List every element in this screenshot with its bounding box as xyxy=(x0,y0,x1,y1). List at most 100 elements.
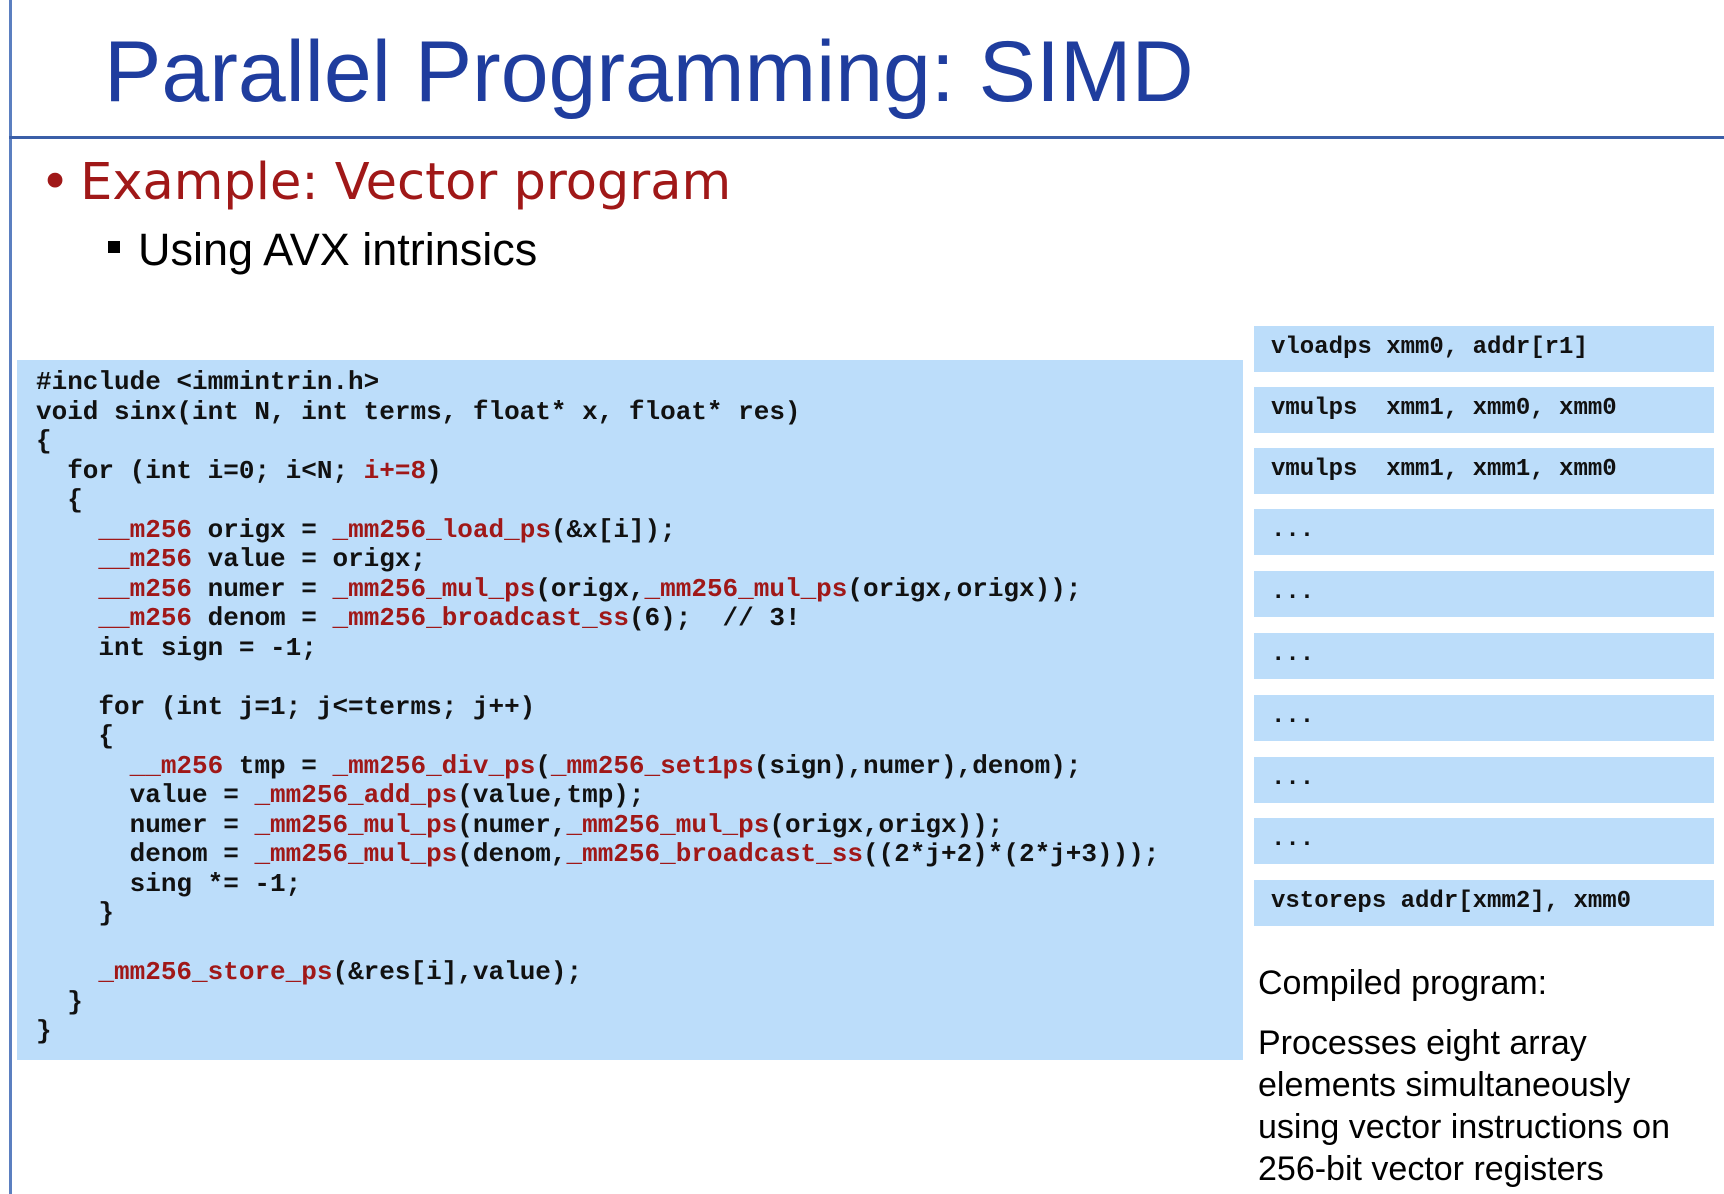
asm-instruction-row: vmulps xmm1, xmm0, xmm0 xyxy=(1254,387,1714,433)
asm-instruction-text: vstoreps addr[xmm2], xmm0 xyxy=(1271,888,1632,915)
code-text: sing *= -1; xyxy=(36,868,302,899)
asm-instruction-row: ... xyxy=(1254,633,1714,679)
code-text: (origx,origx)); xyxy=(847,573,1082,604)
code-line: } xyxy=(36,898,114,928)
code-intrinsic: _mm256_mul_ps xyxy=(254,839,458,869)
code-text: } xyxy=(36,1016,52,1046)
code-line: #include <immintrin.h> xyxy=(36,367,379,397)
code-text: #include <immintrin.h> xyxy=(36,367,380,397)
code-text: ( xyxy=(535,750,551,781)
code-text: { xyxy=(36,721,115,751)
code-text: (value,tmp); xyxy=(457,780,645,810)
asm-instruction-text: ... xyxy=(1271,579,1315,606)
asm-instruction-row: ... xyxy=(1254,818,1714,864)
code-line: _mm256_store_ps(&res[i],value); xyxy=(36,957,582,987)
bullet-square-icon xyxy=(108,241,120,254)
bullet-dot-icon: • xyxy=(40,153,71,212)
code-text: { xyxy=(36,485,83,515)
code-text: (sign),numer),denom); xyxy=(753,750,1082,781)
code-intrinsic: _mm256_mul_ps xyxy=(254,809,458,840)
asm-instruction-row: ... xyxy=(1254,757,1714,803)
asm-instruction-text: ... xyxy=(1271,641,1315,668)
asm-instruction-row: ... xyxy=(1254,695,1714,741)
compiled-program-heading: Compiled program: xyxy=(1258,964,1548,1002)
code-text: for (int j=1; j<=terms; j++) xyxy=(36,691,536,722)
left-border-rule xyxy=(9,0,12,1194)
title-divider xyxy=(9,136,1724,139)
code-line: __m256 denom = _mm256_broadcast_ss(6); /… xyxy=(36,603,801,633)
code-intrinsic: _mm256_div_ps xyxy=(332,750,536,781)
code-text: { xyxy=(36,426,52,456)
asm-instruction-text: ... xyxy=(1271,826,1315,853)
code-text: ) xyxy=(426,455,442,486)
code-intrinsic: _mm256_set1ps xyxy=(550,750,754,781)
code-text: for (int i=0; i<N; xyxy=(36,455,364,486)
code-text: value = xyxy=(36,780,255,810)
code-text: (denom, xyxy=(457,839,567,869)
code-text: (origx, xyxy=(535,573,645,604)
code-text: (numer, xyxy=(457,809,567,840)
code-line: int sign = -1; xyxy=(36,633,316,663)
code-text: numer = xyxy=(192,573,333,604)
code-text: ((2*j+2)*(2*j+3))); xyxy=(862,839,1160,869)
code-text: tmp = xyxy=(223,750,333,781)
code-intrinsic: _mm256_store_ps xyxy=(98,957,333,987)
code-intrinsic: _mm256_mul_ps xyxy=(566,809,770,840)
code-line: { xyxy=(36,485,83,515)
code-intrinsic: _mm256_broadcast_ss xyxy=(566,839,863,869)
code-line: __m256 numer = _mm256_mul_ps(origx,_mm25… xyxy=(36,574,1081,604)
bullet-level1: • Example: Vector program xyxy=(40,148,731,218)
code-line: value = _mm256_add_ps(value,tmp); xyxy=(36,780,645,810)
code-block: #include <immintrin.h> void sinx(int N, … xyxy=(36,367,1160,1047)
asm-instruction-row: ... xyxy=(1254,571,1714,617)
code-intrinsic: __m256 xyxy=(98,544,193,574)
code-line: __m256 tmp = _mm256_div_ps(_mm256_set1ps… xyxy=(36,750,1082,781)
code-text: (&res[i],value); xyxy=(332,957,583,987)
bullet-level1-text: Example: Vector program xyxy=(80,153,732,212)
code-line: denom = _mm256_mul_ps(denom,_mm256_broad… xyxy=(36,839,1160,869)
code-line: { xyxy=(36,426,52,456)
code-intrinsic: _mm256_mul_ps xyxy=(332,573,536,604)
code-line: __m256 value = origx; xyxy=(36,544,426,574)
code-text: (6); // 3! xyxy=(628,603,801,633)
asm-instruction-row: ... xyxy=(1254,509,1714,555)
code-intrinsic: _mm256_add_ps xyxy=(254,780,458,810)
compiled-program-description: Processes eight array elements simultane… xyxy=(1258,1024,1670,1188)
code-text: } xyxy=(36,986,83,1017)
code-intrinsic: __m256 xyxy=(98,573,193,604)
code-text: void sinx(int N, int terms, float* x, fl… xyxy=(36,396,801,427)
code-line: for (int j=1; j<=terms; j++) xyxy=(36,692,535,722)
slide-title: Parallel Programming: SIMD xyxy=(104,24,1194,120)
code-text: } xyxy=(36,898,115,928)
code-line: } xyxy=(36,1016,52,1046)
code-line: { xyxy=(36,721,114,751)
code-text: (origx,origx)); xyxy=(769,809,1004,840)
code-line: numer = _mm256_mul_ps(numer,_mm256_mul_p… xyxy=(36,809,1004,840)
bullet-level2: Using AVX intrinsics xyxy=(108,222,537,278)
code-intrinsic: _mm256_mul_ps xyxy=(644,573,848,604)
code-line: __m256 origx = _mm256_load_ps(&x[i]); xyxy=(36,514,676,545)
asm-instruction-text: vmulps xmm1, xmm1, xmm0 xyxy=(1271,456,1617,483)
code-text: denom = xyxy=(36,839,255,869)
code-text: value = origx; xyxy=(192,544,427,574)
asm-instruction-text: vloadps xmm0, addr[r1] xyxy=(1271,334,1588,361)
code-line: } xyxy=(36,987,83,1017)
code-intrinsic: i+=8 xyxy=(363,455,427,486)
code-text: origx = xyxy=(192,514,333,545)
bullet-level2-text: Using AVX intrinsics xyxy=(138,224,538,275)
code-text: (&x[i]); xyxy=(550,514,676,545)
code-intrinsic: __m256 xyxy=(98,603,193,633)
asm-instruction-row: vloadps xmm0, addr[r1] xyxy=(1254,326,1714,372)
code-text: numer = xyxy=(36,809,255,840)
code-intrinsic: _mm256_broadcast_ss xyxy=(332,603,629,633)
code-line: sing *= -1; xyxy=(36,868,302,899)
asm-instruction-row: vstoreps addr[xmm2], xmm0 xyxy=(1254,880,1714,926)
code-line: for (int i=0; i<N; i+=8) xyxy=(36,455,442,486)
code-intrinsic: _mm256_load_ps xyxy=(332,514,551,545)
asm-instruction-text: ... xyxy=(1271,703,1315,730)
asm-instruction-text: ... xyxy=(1271,517,1315,544)
